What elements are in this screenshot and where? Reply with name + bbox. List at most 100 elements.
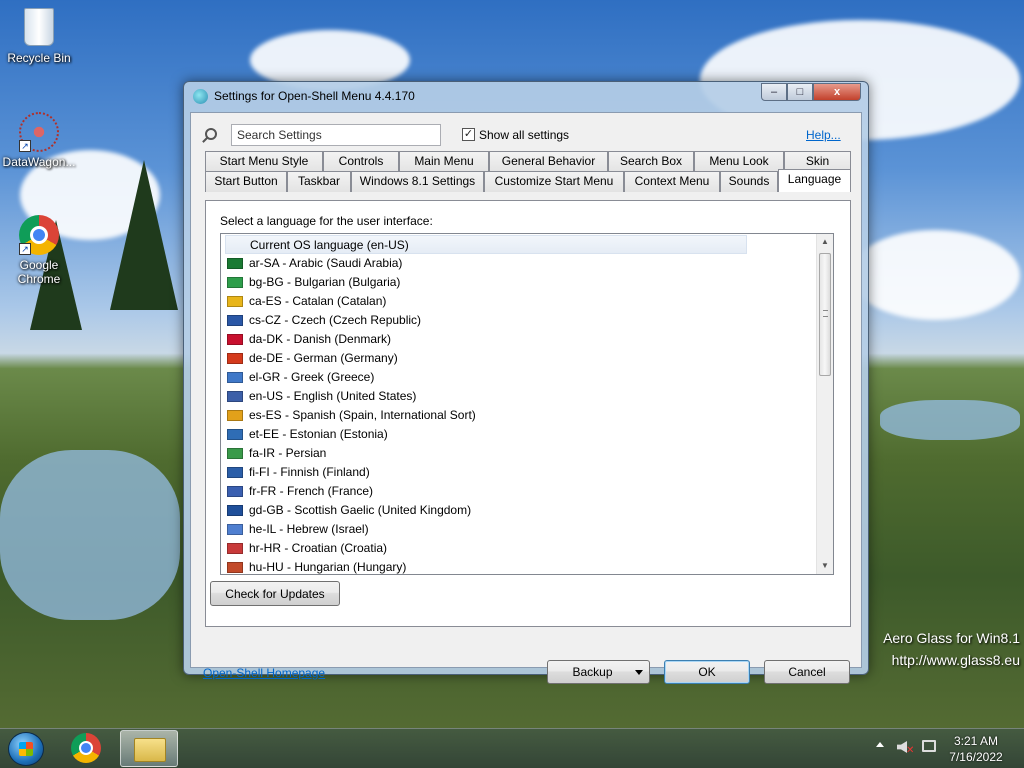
flag-croatia-icon <box>227 543 243 554</box>
start-button[interactable] <box>8 732 44 766</box>
flag-czech-republic-icon <box>227 315 243 326</box>
language-item[interactable]: bg-BG - Bulgarian (Bulgaria) <box>225 273 747 292</box>
listbox-scrollbar[interactable]: ▲ ▼ <box>816 234 833 574</box>
language-item[interactable]: es-ES - Spanish (Spain, International So… <box>225 406 747 425</box>
taskbar: ✕ 3:21 AM 7/16/2022 <box>0 728 1024 768</box>
tab-language[interactable]: Language <box>778 169 851 192</box>
language-item-label: da-DK - Danish (Denmark) <box>249 332 392 346</box>
language-item[interactable]: fr-FR - French (France) <box>225 482 747 501</box>
open-shell-homepage-link[interactable]: Open-Shell Homepage <box>203 666 325 680</box>
chrome-icon: ↗ <box>19 215 59 255</box>
flag-germany-icon <box>227 353 243 364</box>
folder-icon <box>134 738 166 762</box>
language-item[interactable]: de-DE - German (Germany) <box>225 349 747 368</box>
language-listbox[interactable]: Current OS language (en-US) ar-SA - Arab… <box>220 233 834 575</box>
language-item[interactable]: cs-CZ - Czech (Czech Republic) <box>225 311 747 330</box>
tab-main-menu[interactable]: Main Menu <box>399 151 489 172</box>
language-item-label: fa-IR - Persian <box>249 446 327 460</box>
language-item-label: hr-HR - Croatian (Croatia) <box>249 541 388 555</box>
language-item-label: de-DE - German (Germany) <box>249 351 398 365</box>
scroll-thumb[interactable] <box>819 253 831 376</box>
flag-bulgaria-icon <box>227 277 243 288</box>
flag-saudi-arabia-icon <box>227 258 243 269</box>
search-input[interactable] <box>231 124 441 146</box>
tab-controls[interactable]: Controls <box>323 151 399 172</box>
language-prompt-label: Select a language for the user interface… <box>220 214 433 228</box>
flag-iran-icon <box>227 448 243 459</box>
desktop-icon-label: Recycle Bin <box>7 51 71 65</box>
show-all-settings-checkbox[interactable]: ✓ <box>462 128 475 141</box>
language-item[interactable]: he-IL - Hebrew (Israel) <box>225 520 747 539</box>
chrome-icon <box>71 733 101 763</box>
desktop-icon-chrome[interactable]: ↗ Google Chrome <box>0 215 78 286</box>
thumb-grip <box>823 310 828 317</box>
language-item[interactable]: el-GR - Greek (Greece) <box>225 368 747 387</box>
ok-button[interactable]: OK <box>664 660 750 684</box>
close-button[interactable]: x <box>813 83 861 101</box>
clock[interactable]: 3:21 AM 7/16/2022 <box>944 733 1008 765</box>
backup-button[interactable]: Backup <box>547 660 650 684</box>
show-hidden-icons-arrow-icon[interactable] <box>876 742 884 747</box>
tree <box>110 160 178 310</box>
flag-catalonia-icon <box>227 296 243 307</box>
language-item[interactable]: fi-FI - Finnish (Finland) <box>225 463 747 482</box>
flag-france-icon <box>227 486 243 497</box>
minimize-button[interactable]: – <box>761 83 787 101</box>
language-item[interactable]: gd-GB - Scottish Gaelic (United Kingdom) <box>225 501 747 520</box>
cloud <box>850 230 1020 320</box>
tab-search-box[interactable]: Search Box <box>608 151 694 172</box>
tab-start-menu-style[interactable]: Start Menu Style <box>205 151 323 172</box>
cancel-button[interactable]: Cancel <box>764 660 850 684</box>
title-bar[interactable]: Settings for Open-Shell Menu 4.4.170 – □… <box>184 82 868 110</box>
language-item[interactable]: ca-ES - Catalan (Catalan) <box>225 292 747 311</box>
flag-scotland-icon <box>227 505 243 516</box>
maximize-button[interactable]: □ <box>787 83 813 101</box>
show-all-settings-label[interactable]: Show all settings <box>479 128 569 142</box>
tab-taskbar[interactable]: Taskbar <box>287 171 351 192</box>
language-item-label: fi-FI - Finnish (Finland) <box>249 465 370 479</box>
tab-start-button[interactable]: Start Button <box>205 171 287 192</box>
desktop-icon-recycle-bin[interactable]: Recycle Bin <box>0 8 78 65</box>
tab-menu-look[interactable]: Menu Look <box>694 151 784 172</box>
tab-context-menu[interactable]: Context Menu <box>624 171 720 192</box>
language-item-label: ar-SA - Arabic (Saudi Arabia) <box>249 256 403 270</box>
language-item-label: gd-GB - Scottish Gaelic (United Kingdom) <box>249 503 472 517</box>
language-item[interactable]: et-EE - Estonian (Estonia) <box>225 425 747 444</box>
chevron-down-icon <box>635 670 643 675</box>
help-link[interactable]: Help... <box>806 128 841 142</box>
language-item[interactable]: Current OS language (en-US) <box>225 235 747 254</box>
clock-date: 7/16/2022 <box>949 750 1003 764</box>
desktop-icon-label: DataWagon... <box>2 155 76 169</box>
scroll-down-arrow-icon[interactable]: ▼ <box>817 558 833 574</box>
language-item[interactable]: en-US - English (United States) <box>225 387 747 406</box>
scroll-up-arrow-icon[interactable]: ▲ <box>817 234 833 250</box>
language-item-label: cs-CZ - Czech (Czech Republic) <box>249 313 422 327</box>
language-tab-panel: Select a language for the user interface… <box>205 200 851 627</box>
tab-customize-start-menu[interactable]: Customize Start Menu <box>484 171 624 192</box>
flag-hungary-icon <box>227 562 243 573</box>
language-item[interactable]: hu-HU - Hungarian (Hungary) <box>225 558 747 574</box>
network-icon[interactable] <box>922 740 936 752</box>
window-title: Settings for Open-Shell Menu 4.4.170 <box>214 89 415 103</box>
language-item-label: bg-BG - Bulgarian (Bulgaria) <box>249 275 401 289</box>
watermark-line1: Aero Glass for Win8.1 <box>883 630 1020 646</box>
check-for-updates-button[interactable]: Check for Updates <box>210 581 340 606</box>
language-item-label: et-EE - Estonian (Estonia) <box>249 427 388 441</box>
language-item-label: Current OS language (en-US) <box>250 238 409 252</box>
shortcut-arrow-icon: ↗ <box>19 243 31 255</box>
tab-general-behavior[interactable]: General Behavior <box>489 151 608 172</box>
flag-united-states-icon <box>227 391 243 402</box>
tab-sounds[interactable]: Sounds <box>720 171 778 192</box>
pond <box>0 450 180 620</box>
taskbar-chrome-button[interactable] <box>66 730 108 767</box>
language-item-label: hu-HU - Hungarian (Hungary) <box>249 560 407 574</box>
tab-windows-8-1-settings[interactable]: Windows 8.1 Settings <box>351 171 484 192</box>
taskbar-explorer-button[interactable] <box>120 730 178 767</box>
watermark-line2: http://www.glass8.eu <box>891 652 1020 668</box>
language-item[interactable]: da-DK - Danish (Denmark) <box>225 330 747 349</box>
desktop-icon-label: Google Chrome <box>17 258 61 286</box>
language-item[interactable]: ar-SA - Arabic (Saudi Arabia) <box>225 254 747 273</box>
language-item[interactable]: hr-HR - Croatian (Croatia) <box>225 539 747 558</box>
language-item[interactable]: fa-IR - Persian <box>225 444 747 463</box>
desktop-icon-datawagon[interactable]: ↗ DataWagon... <box>0 112 78 169</box>
